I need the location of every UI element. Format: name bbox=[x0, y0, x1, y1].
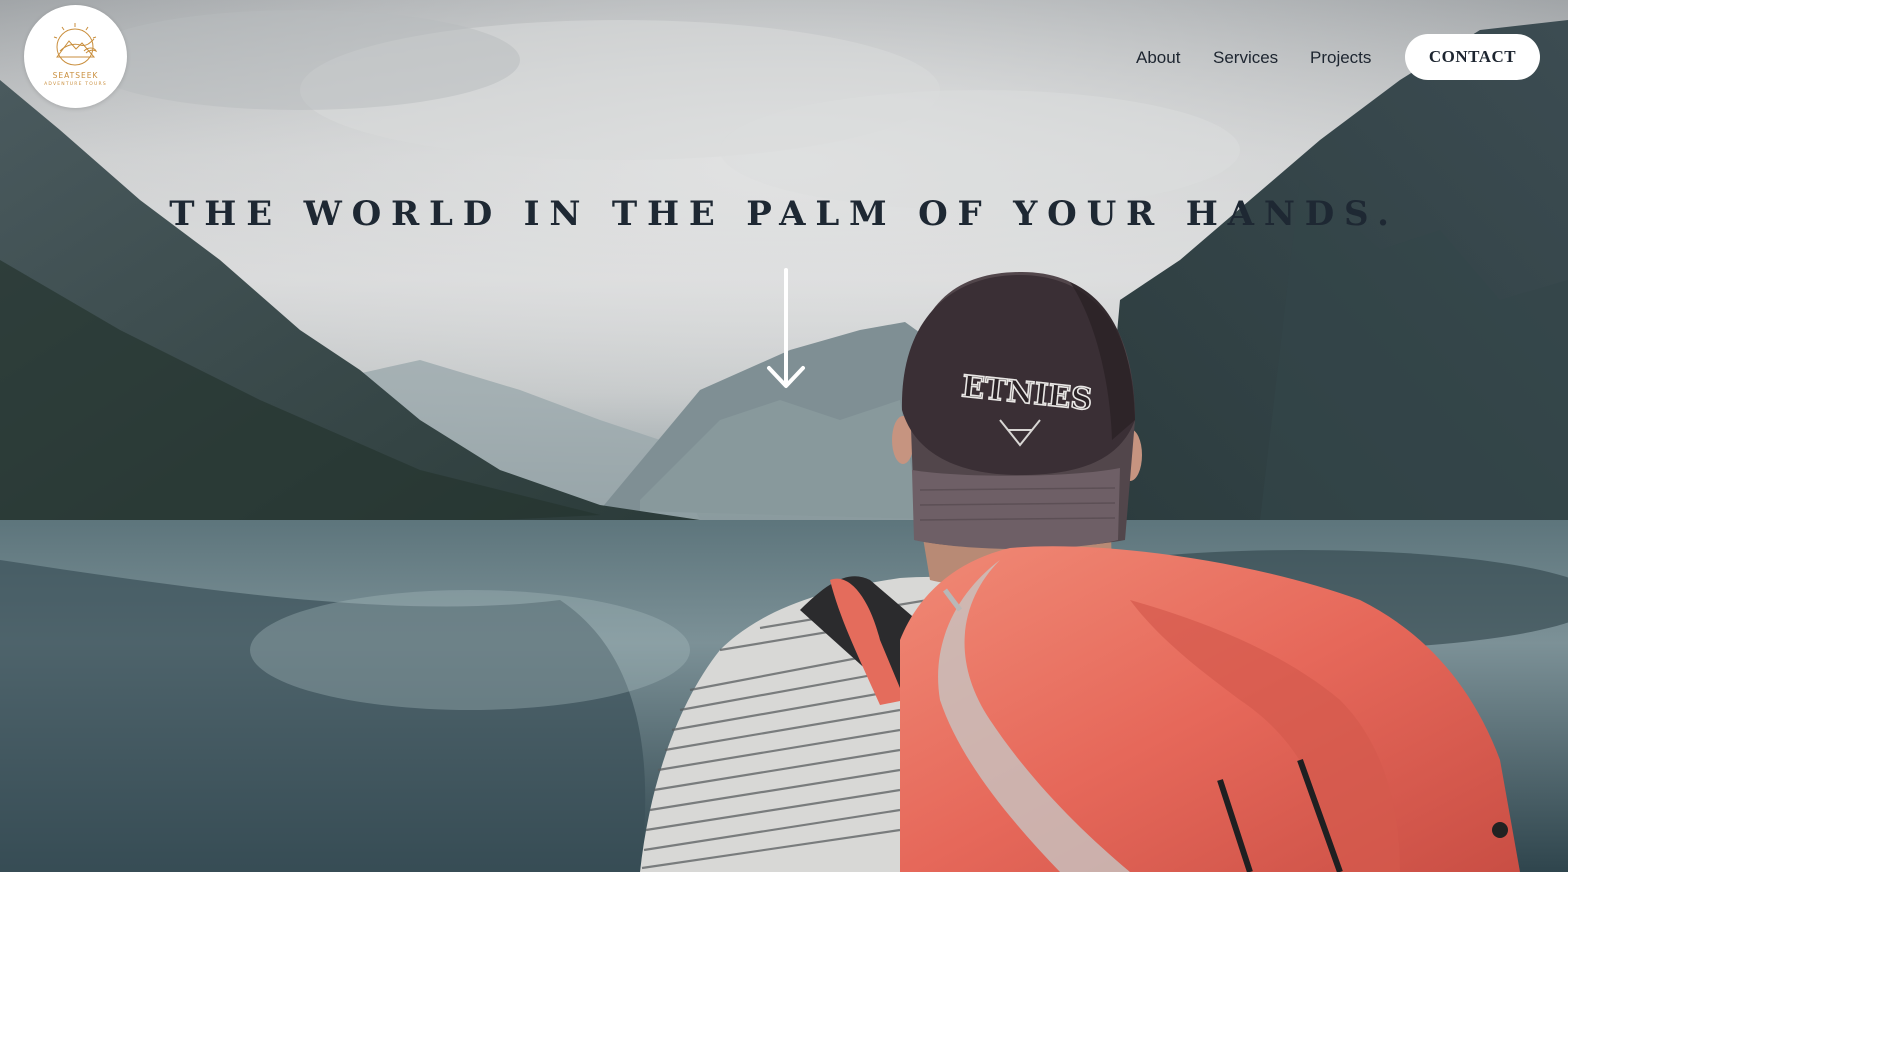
nav-link-projects[interactable]: Projects bbox=[1310, 46, 1371, 70]
logo-name: SEATSEEK bbox=[52, 71, 99, 80]
hero-background: ETNIES bbox=[0, 0, 1568, 872]
nav-link-about[interactable]: About bbox=[1136, 46, 1180, 70]
arrow-down-icon[interactable] bbox=[766, 268, 806, 392]
logo-emblem-icon bbox=[53, 23, 98, 66]
nav-link-services[interactable]: Services bbox=[1213, 46, 1278, 70]
hero-headline: THE WORLD IN THE PALM OF YOUR HANDS. bbox=[169, 194, 1399, 234]
logo-tagline: ADVENTURE TOURS bbox=[44, 82, 107, 87]
contact-button[interactable]: CONTACT bbox=[1405, 34, 1540, 80]
brand-logo[interactable]: SEATSEEK ADVENTURE TOURS bbox=[24, 5, 127, 108]
hero-photo: ETNIES bbox=[0, 0, 1568, 872]
